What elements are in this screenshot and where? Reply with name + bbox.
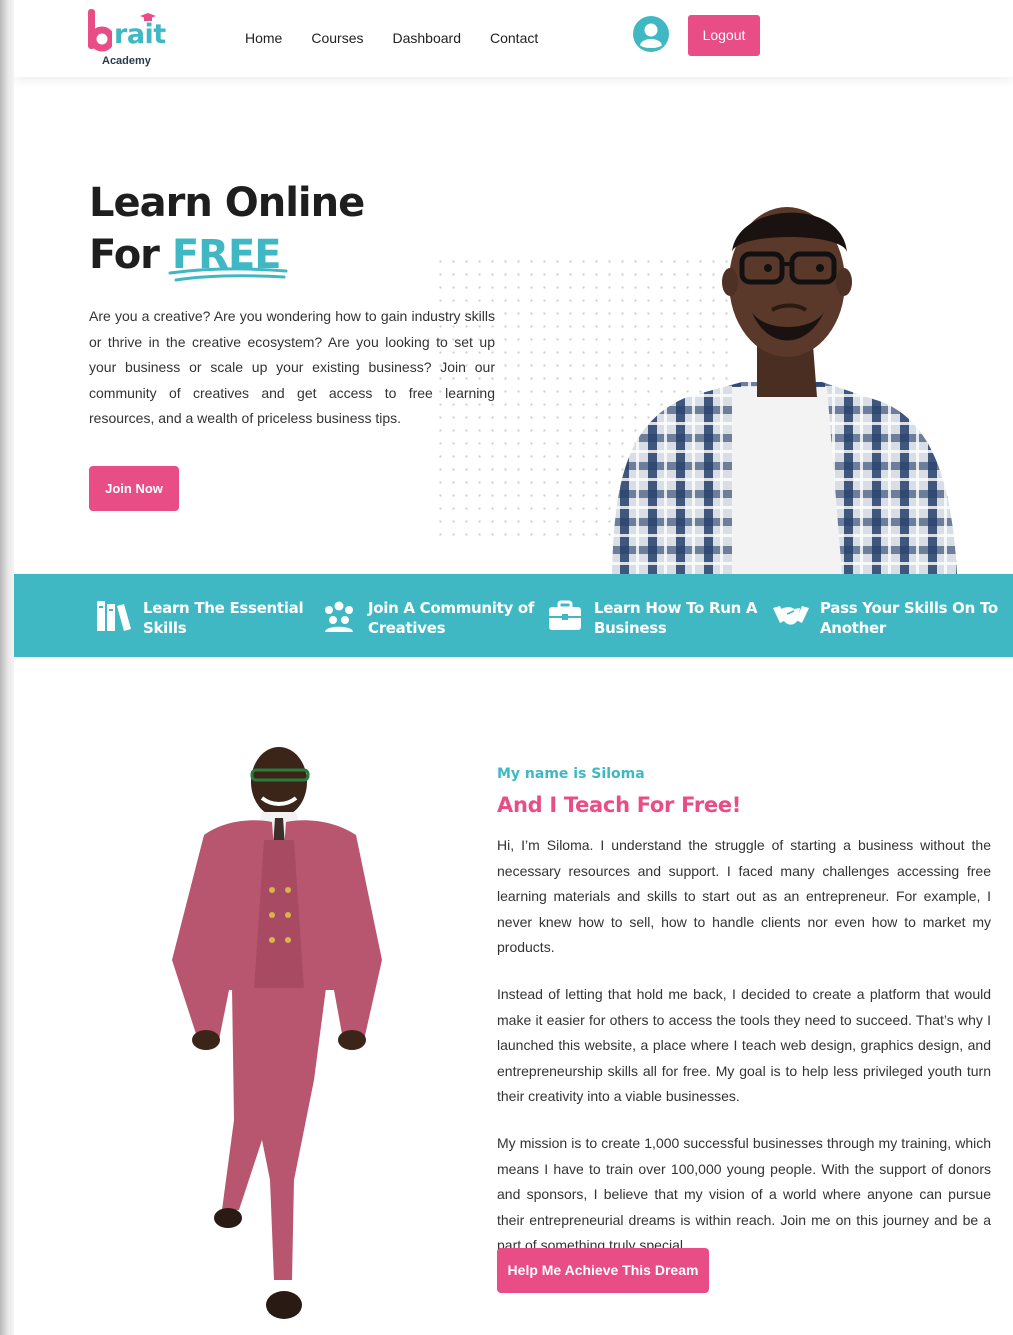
feature-3-line1: Learn How To Run A <box>594 599 758 617</box>
community-icon <box>325 601 353 632</box>
about-paragraph-1: Hi, I’m Siloma. I understand the struggl… <box>497 837 991 956</box>
page: rait Academy Home Courses Dashboard Cont… <box>14 0 1013 1335</box>
about-body: Hi, I’m Siloma. I understand the struggl… <box>497 833 991 1280</box>
feature-2-line2: Creatives <box>368 619 446 637</box>
about-paragraph-2: Instead of letting that hold me back, I … <box>497 985 991 1105</box>
hero-title-for: For <box>89 232 172 278</box>
nav-contact[interactable]: Contact <box>490 30 538 46</box>
user-avatar-icon[interactable] <box>633 16 669 52</box>
about-title: And I Teach For Free! <box>497 793 742 817</box>
nav-dashboard[interactable]: Dashboard <box>393 30 462 46</box>
feature-4-line1: Pass Your Skills On To <box>820 599 998 617</box>
window-edge-shadow <box>0 0 14 1335</box>
about-kicker: My name is Siloma <box>497 766 645 782</box>
brait-academy-logo[interactable]: rait Academy <box>88 7 178 71</box>
briefcase-icon <box>549 600 581 630</box>
logo-subtitle: Academy <box>102 55 151 67</box>
handshake-icon <box>773 606 809 625</box>
hero-description: Are you a creative? Are you wondering ho… <box>89 308 495 427</box>
feature-pass-skills: Pass Your Skills On To Another <box>772 598 998 638</box>
logout-button[interactable]: Logout <box>688 15 760 56</box>
siloma-portrait-image <box>172 747 382 1319</box>
help-achieve-dream-button[interactable]: Help Me Achieve This Dream <box>497 1248 709 1293</box>
feature-business: Learn How To Run A Business <box>546 598 758 638</box>
main-nav: Home Courses Dashboard Contact <box>245 30 567 46</box>
feature-community: Join A Community of Creatives <box>320 598 534 638</box>
features-band: Learn The Essential Skills Join A Communi… <box>14 574 1013 657</box>
about-paragraph-3: My mission is to create 1,000 successful… <box>497 1134 991 1254</box>
logo-wordmark: rait <box>114 19 166 50</box>
site-header: rait Academy Home Courses Dashboard Cont… <box>14 5 1013 77</box>
nav-courses[interactable]: Courses <box>311 30 363 46</box>
feature-essential-skills: Learn The Essential Skills <box>95 598 304 638</box>
feature-1-line2: Skills <box>143 619 187 637</box>
hero-title-line1: Learn Online <box>89 180 365 226</box>
books-icon <box>97 601 131 631</box>
feature-4-line2: Another <box>820 619 886 637</box>
free-underline-swoosh <box>168 267 288 282</box>
hero-person-image <box>612 207 957 574</box>
feature-1-line1: Learn The Essential <box>143 599 304 617</box>
join-now-button[interactable]: Join Now <box>89 466 179 511</box>
feature-2-line1: Join A Community of <box>368 599 535 617</box>
logo-b-mark <box>88 9 112 52</box>
feature-3-line2: Business <box>594 619 667 637</box>
nav-home[interactable]: Home <box>245 30 282 46</box>
